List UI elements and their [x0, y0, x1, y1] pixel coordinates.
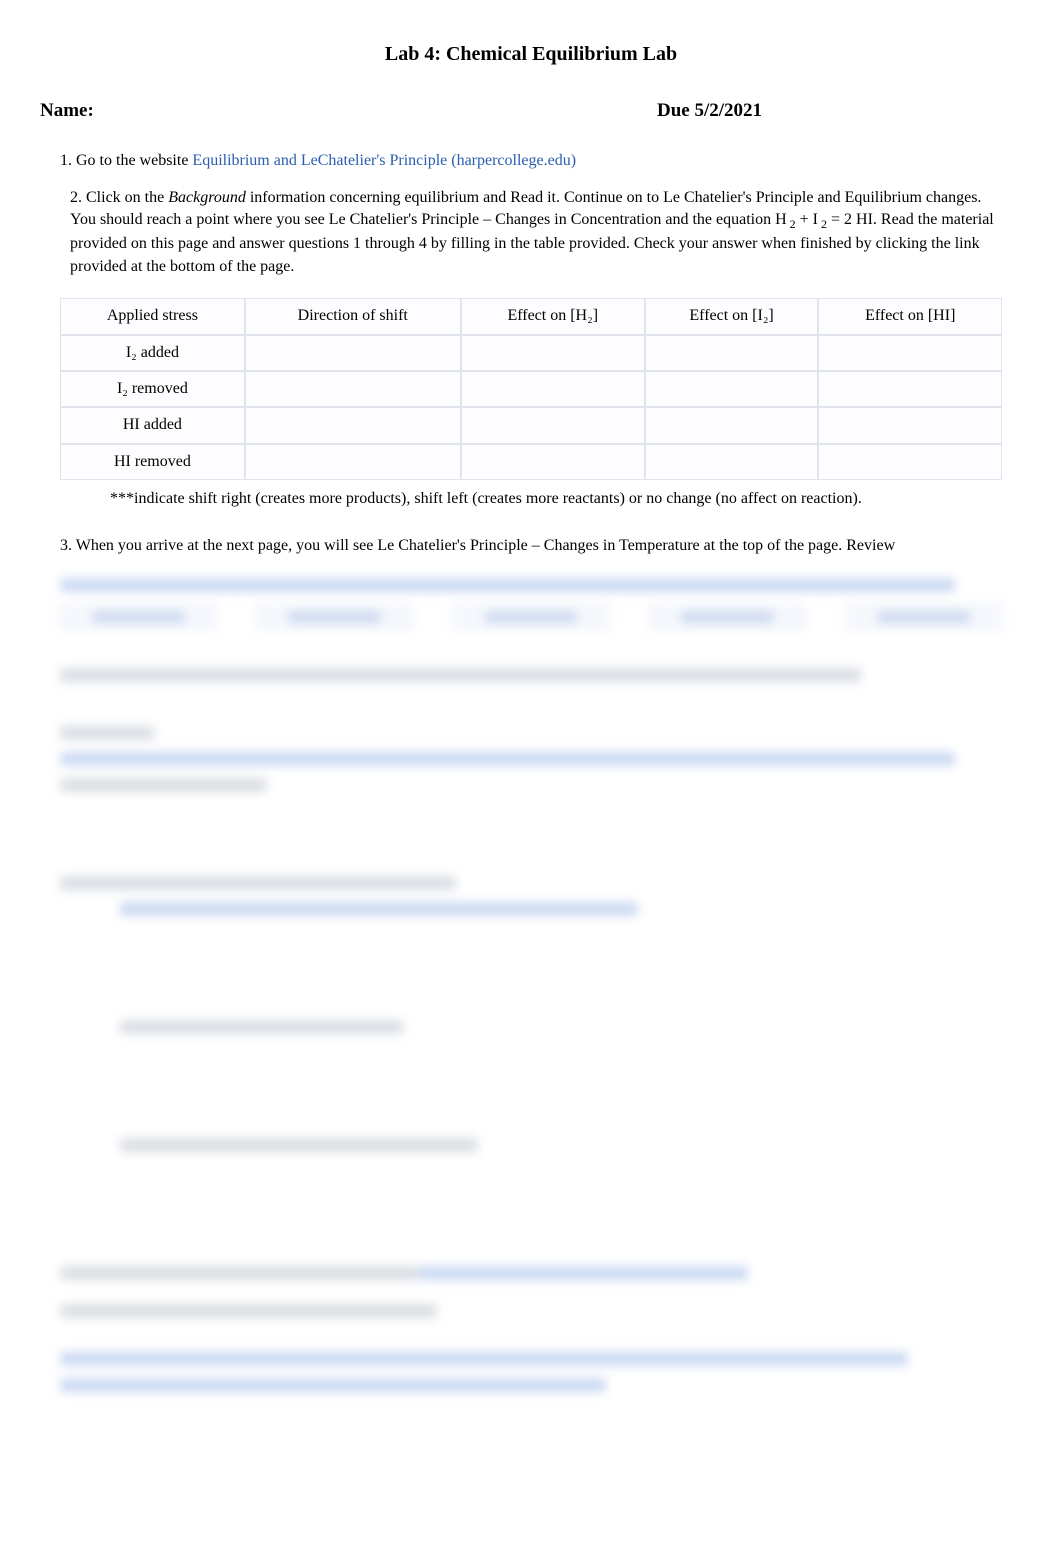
blurred-cell: [846, 604, 1002, 630]
empty-cell: [245, 335, 461, 371]
subscript: 2: [787, 218, 796, 232]
q3-text: 3. When you arrive at the next page, you…: [60, 537, 895, 554]
content-body: 1. Go to the website Equilibrium and LeC…: [50, 150, 1012, 1392]
blurred-cell: [60, 604, 216, 630]
empty-cell: [818, 407, 1002, 443]
empty-cell: [818, 335, 1002, 371]
stress-table: Applied stress Direction of shift Effect…: [60, 298, 1002, 480]
empty-cell: [461, 444, 645, 480]
empty-cell: [461, 407, 645, 443]
table-row: HI removed: [60, 444, 1002, 480]
table-footnote: ***indicate shift right (creates more pr…: [60, 488, 1002, 510]
empty-cell: [461, 335, 645, 371]
subscript: 2: [818, 218, 827, 232]
blurred-line: [60, 578, 955, 592]
blurred-line: [60, 876, 456, 890]
empty-cell: [245, 407, 461, 443]
blurred-line: [60, 1378, 606, 1392]
blurred-link-line: [60, 1254, 1002, 1292]
blurred-line: [60, 668, 861, 682]
obscured-content: [60, 578, 1002, 1392]
blurred-cell: [649, 604, 805, 630]
blurred-line: [120, 902, 638, 916]
blurred-line: [60, 726, 154, 740]
col-effect-hi: Effect on [HI]: [818, 298, 1002, 334]
empty-cell: [645, 407, 819, 443]
col-applied-stress: Applied stress: [60, 298, 245, 334]
question-1: 1. Go to the website Equilibrium and LeC…: [60, 150, 1002, 172]
empty-cell: [818, 371, 1002, 407]
empty-cell: [461, 371, 645, 407]
empty-cell: [645, 335, 819, 371]
blurred-line: [60, 1304, 437, 1318]
question-2: 2. Click on the Background information c…: [60, 187, 1002, 278]
blurred-cell: [256, 604, 412, 630]
q2-part-a: 2. Click on the: [70, 189, 168, 206]
blurred-line: [120, 1020, 403, 1034]
blurred-table-row: [60, 604, 1002, 630]
blurred-line: [60, 752, 955, 766]
website-link[interactable]: Equilibrium and LeChatelier's Principle …: [192, 152, 576, 169]
blurred-line: [60, 778, 267, 792]
empty-cell: [245, 444, 461, 480]
name-label: Name:: [40, 98, 94, 125]
blurred-line: [60, 1352, 908, 1366]
stress-cell: HI added: [60, 407, 245, 443]
col-direction: Direction of shift: [245, 298, 461, 334]
empty-cell: [645, 371, 819, 407]
q2-italic: Background: [168, 189, 246, 206]
blurred-cell: [453, 604, 609, 630]
due-date: Due 5/2/2021: [657, 98, 762, 125]
empty-cell: [645, 444, 819, 480]
col-effect-i2: Effect on [I₂]: [645, 298, 819, 334]
q1-prefix: 1. Go to the website: [60, 152, 192, 169]
table-row: HI added: [60, 407, 1002, 443]
stress-cell: I₂ added: [60, 335, 245, 371]
table-header-row: Applied stress Direction of shift Effect…: [60, 298, 1002, 334]
stress-cell: I₂ removed: [60, 371, 245, 407]
stress-cell: HI removed: [60, 444, 245, 480]
col-effect-h2: Effect on [H₂]: [461, 298, 645, 334]
table-row: I₂ removed: [60, 371, 1002, 407]
lab-title: Lab 4: Chemical Equilibrium Lab: [50, 40, 1012, 68]
blurred-line: [60, 1266, 418, 1280]
empty-cell: [245, 371, 461, 407]
blurred-line: [418, 1266, 748, 1280]
table-row: I₂ added: [60, 335, 1002, 371]
question-3: 3. When you arrive at the next page, you…: [60, 535, 1002, 557]
empty-cell: [818, 444, 1002, 480]
q2-part-c: + I: [796, 211, 818, 228]
blurred-line: [120, 1138, 478, 1152]
header-row: Name: Due 5/2/2021: [50, 98, 1012, 125]
